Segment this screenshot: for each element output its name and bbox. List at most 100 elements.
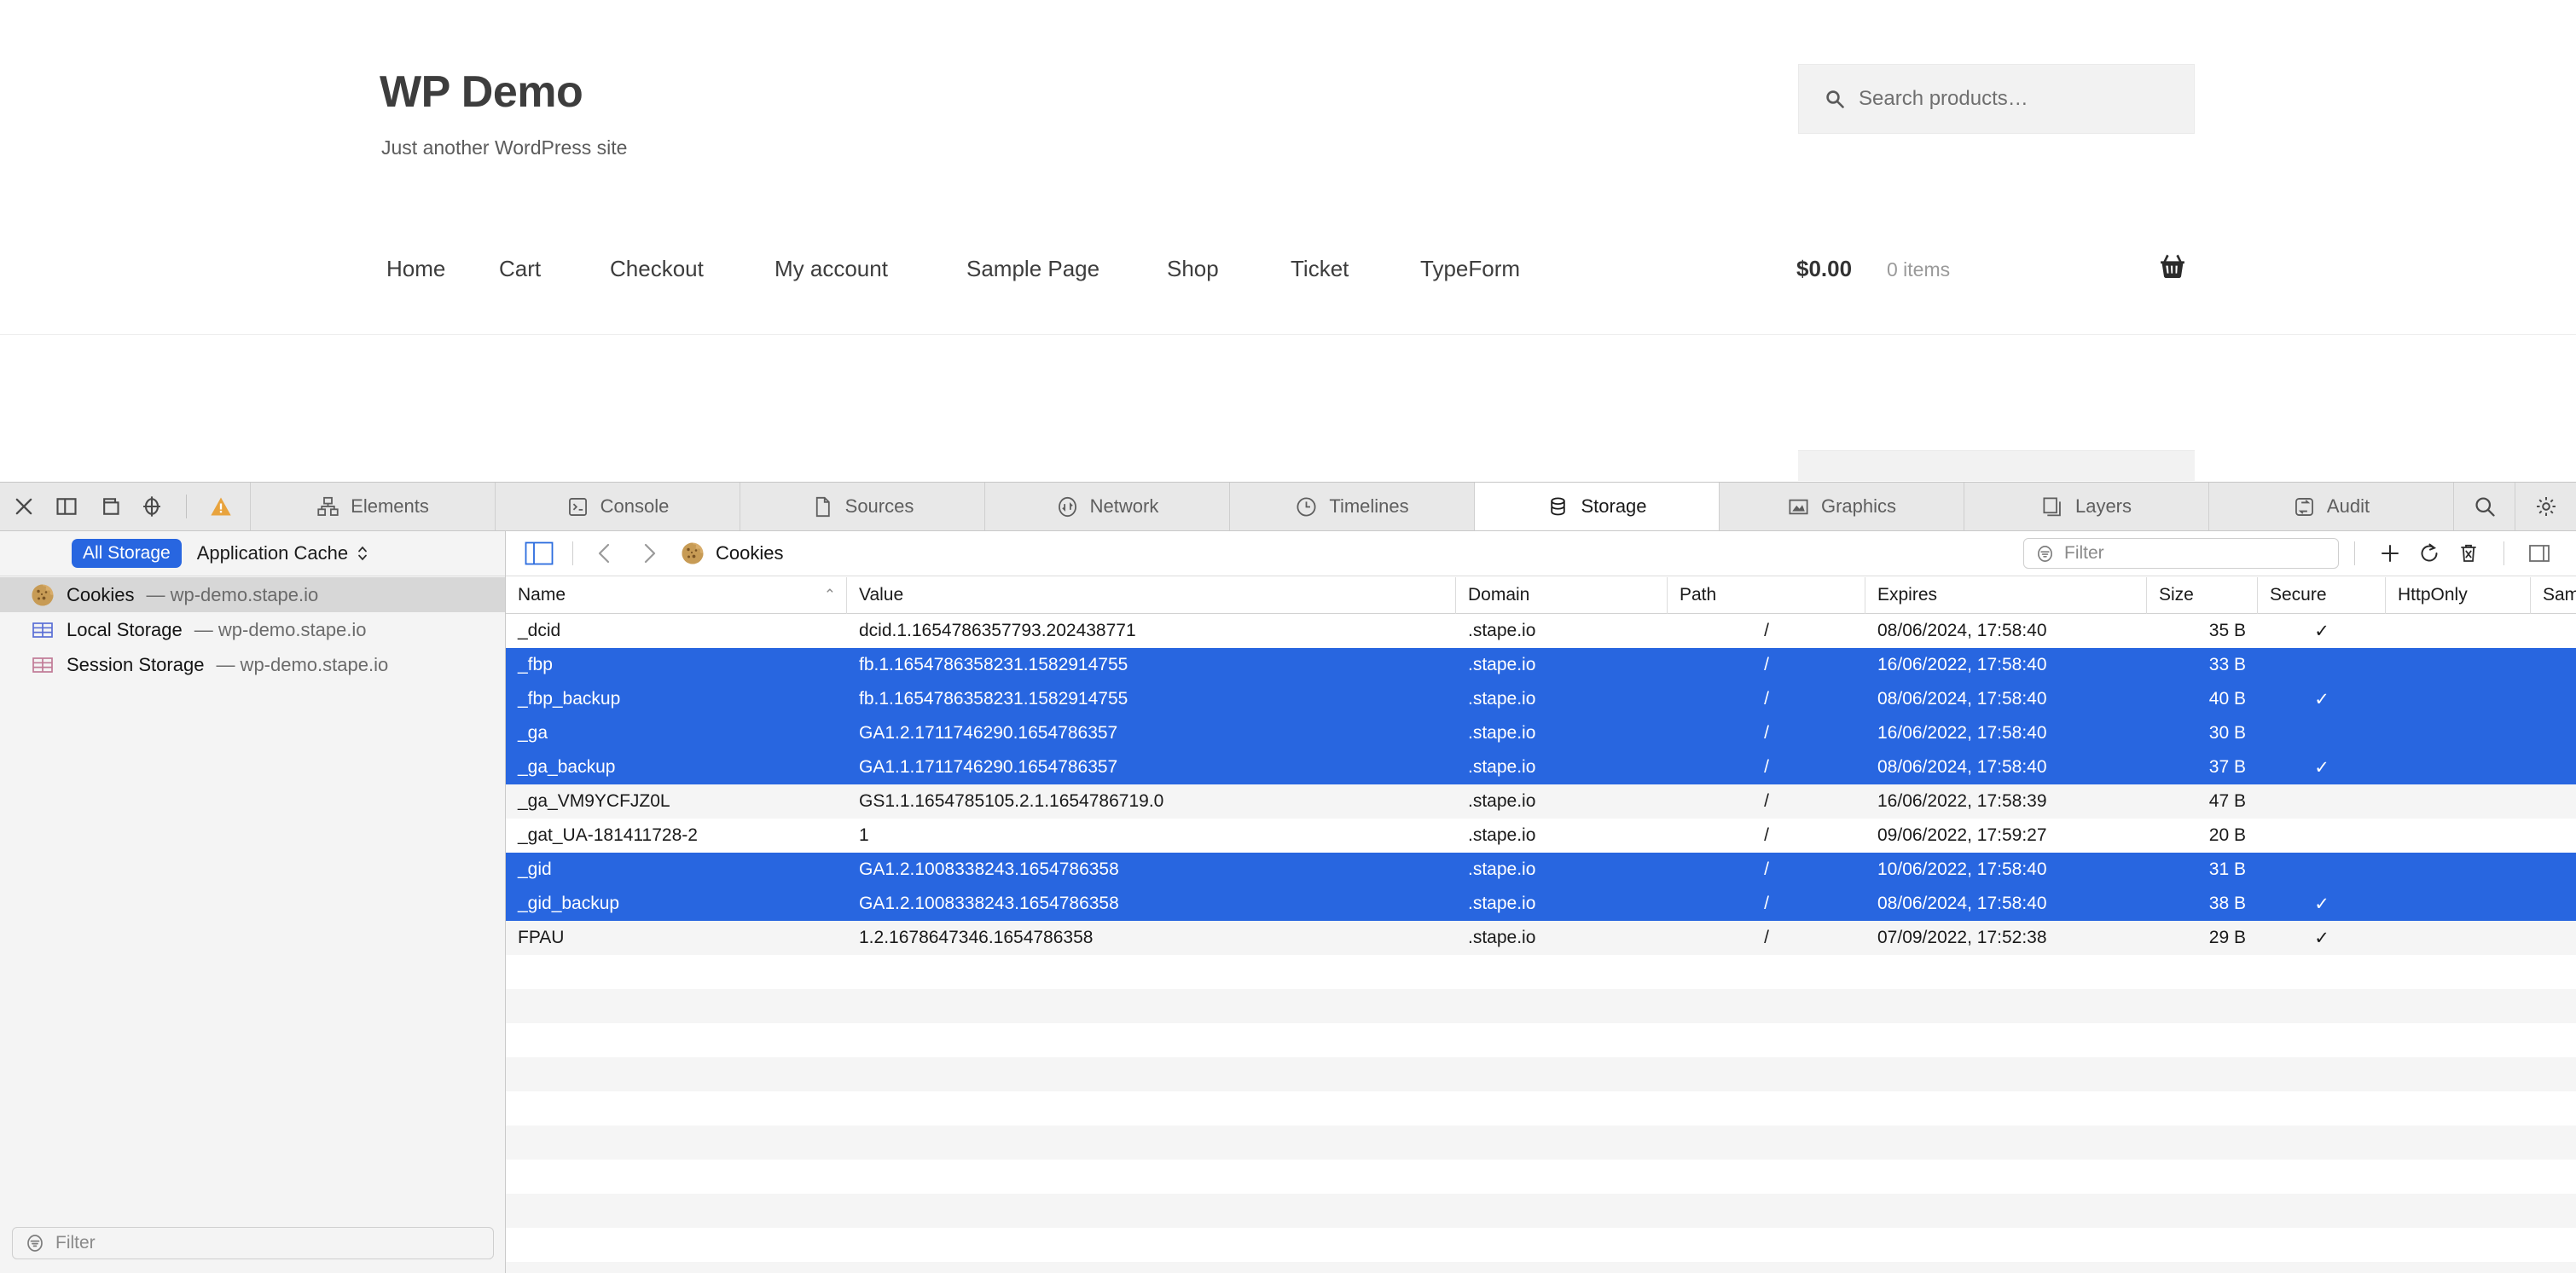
tab-sources[interactable]: Sources: [740, 483, 984, 530]
inspector-tabbar: Elements Console Sources Network Timelines St…: [0, 483, 2576, 531]
cell-expires: 16/06/2022, 17:58:40: [1877, 655, 2047, 674]
table-row[interactable]: _gid_backup GA1.2.1008338243.1654786358 .s…: [506, 887, 2576, 921]
cell-samesite: —: [2531, 716, 2576, 750]
column-header-size[interactable]: Size: [2147, 577, 2258, 614]
tab-network[interactable]: Network: [984, 483, 1229, 530]
split-pane-icon[interactable]: [525, 541, 554, 566]
cell-size: 30 B: [2208, 723, 2246, 743]
cell-domain: .stape.io: [1468, 621, 1536, 640]
column-header-secure[interactable]: Secure: [2258, 577, 2386, 614]
cell-secure: [2258, 853, 2386, 887]
cell-size: 20 B: [2208, 825, 2246, 845]
table-row[interactable]: FPAU 1.2.1678647346.1654786358 .stape.io / 0…: [506, 921, 2576, 955]
tab-storage[interactable]: Storage: [1474, 483, 1719, 530]
storage-scope-bar: All Storage Application Cache: [0, 531, 505, 576]
tab-elements[interactable]: Elements: [250, 483, 495, 530]
cell-expires: 10/06/2022, 17:58:40: [1877, 859, 2047, 879]
cell-size: 33 B: [2208, 655, 2246, 674]
cell-expires: 08/06/2024, 17:58:40: [1877, 621, 2047, 640]
cell-name: _fbp_backup: [518, 689, 621, 709]
table-row[interactable]: _ga_VM9YCFJZ0L GS1.1.1654785105.2.1.16547…: [506, 784, 2576, 819]
tab-timelines[interactable]: Timelines: [1229, 483, 1474, 530]
breadcrumb[interactable]: Cookies: [681, 541, 783, 565]
cell-value: fb.1.1654786358231.1582914755: [859, 689, 1128, 709]
cookie-filter-input[interactable]: [2064, 543, 2312, 564]
cell-value: GS1.1.1654785105.2.1.1654786719.0: [859, 791, 1164, 811]
elements-icon: [316, 495, 339, 518]
nav-item-checkout[interactable]: Checkout: [610, 256, 704, 282]
column-header-httponly[interactable]: HttpOnly: [2386, 577, 2531, 614]
cell-expires: 08/06/2024, 17:58:40: [1877, 894, 2047, 913]
column-header-label: Path: [1680, 585, 1717, 605]
nav-item-home[interactable]: Home: [386, 256, 445, 282]
cell-expires: 08/06/2024, 17:58:40: [1877, 689, 2047, 709]
cell-httponly: [2386, 716, 2531, 750]
column-header-expires[interactable]: Expires: [1865, 577, 2147, 614]
dock-side-icon[interactable]: [55, 495, 78, 518]
table-row[interactable]: _gat_UA-181411728-2 1 .stape.io / 09/06/2022…: [506, 819, 2576, 853]
cell-secure: [2258, 784, 2386, 819]
nav-item-typeform[interactable]: TypeForm: [1420, 256, 1520, 282]
trash-icon: [2457, 541, 2480, 565]
storage-item-cookies[interactable]: Cookies — wp-demo.stape.io: [0, 577, 505, 612]
table-row[interactable]: _fbp fb.1.1654786358231.1582914755 .stape.…: [506, 648, 2576, 682]
table-row[interactable]: _fbp_backup fb.1.1654786358231.1582914755…: [506, 682, 2576, 716]
tab-console[interactable]: Console: [495, 483, 740, 530]
cell-secure: ✓: [2314, 894, 2329, 914]
inspector-search-button[interactable]: [2453, 483, 2515, 530]
cell-path: /: [1764, 894, 1769, 913]
column-header-name[interactable]: Name ⌃: [506, 577, 847, 614]
all-storage-pill[interactable]: All Storage: [72, 539, 182, 568]
column-header-value[interactable]: Value: [847, 577, 1456, 614]
sidebar-filter-input[interactable]: [55, 1233, 465, 1253]
nav-item-cart[interactable]: Cart: [499, 256, 541, 282]
cell-domain: .stape.io: [1468, 859, 1536, 879]
inspector-settings-button[interactable]: [2515, 483, 2576, 530]
chevron-right-icon[interactable]: [636, 541, 662, 566]
add-cookie-button[interactable]: [2370, 539, 2410, 568]
cookie-filter-box[interactable]: [2023, 538, 2339, 569]
nav-item-my-account[interactable]: My account: [775, 256, 888, 282]
sidebar-filter-box[interactable]: [12, 1227, 494, 1259]
inspect-element-icon[interactable]: [140, 495, 164, 518]
column-header-domain[interactable]: Domain: [1456, 577, 1668, 614]
close-icon[interactable]: [12, 495, 36, 518]
table-row[interactable]: _dcid dcid.1.1654786357793.202438771 .stap…: [506, 614, 2576, 648]
warning-icon[interactable]: [209, 495, 233, 518]
gear-icon: [2534, 495, 2558, 518]
table-row[interactable]: _ga GA1.2.1711746290.1654786357 .stape.io /…: [506, 716, 2576, 750]
details-panel-button[interactable]: [2520, 539, 2559, 568]
application-cache-select[interactable]: Application Cache: [197, 542, 368, 564]
table-row[interactable]: _ga_backup GA1.1.1711746290.1654786357 .st…: [506, 750, 2576, 784]
cell-expires: 16/06/2022, 17:58:39: [1877, 791, 2047, 811]
storage-item-local-storage[interactable]: Local Storage — wp-demo.stape.io: [0, 612, 505, 647]
column-header-samesite[interactable]: SameSite: [2531, 577, 2576, 614]
cookies-table: Name ⌃ Value Domain Path Expires Size Secure Htt…: [506, 577, 2576, 1273]
cell-httponly: [2386, 784, 2531, 819]
nav-item-ticket[interactable]: Ticket: [1291, 256, 1349, 282]
chevron-left-icon[interactable]: [592, 541, 618, 566]
tab-audit[interactable]: Audit: [2208, 483, 2453, 530]
nav-item-shop[interactable]: Shop: [1167, 256, 1219, 282]
cell-path: /: [1764, 689, 1769, 709]
clear-cookies-button[interactable]: [2449, 539, 2488, 568]
product-search-box[interactable]: [1798, 64, 2195, 134]
cart-total: $0.00: [1796, 256, 1853, 281]
table-row[interactable]: _gid GA1.2.1008338243.1654786358 .stape.io…: [506, 853, 2576, 887]
tab-graphics[interactable]: Graphics: [1719, 483, 1964, 530]
table-filler-row: [506, 1228, 2576, 1262]
table-filler-row: [506, 1023, 2576, 1057]
search-input[interactable]: [1859, 87, 2149, 111]
tab-layers[interactable]: Layers: [1964, 483, 2208, 530]
dock-bottom-icon[interactable]: [97, 495, 121, 518]
storage-item-origin: — wp-demo.stape.io: [194, 618, 367, 640]
cell-expires: 16/06/2022, 17:58:40: [1877, 723, 2047, 743]
refresh-button[interactable]: [2410, 539, 2449, 568]
cell-path: /: [1764, 621, 1769, 640]
column-header-path[interactable]: Path: [1668, 577, 1865, 614]
storage-item-origin: — wp-demo.stape.io: [146, 583, 319, 605]
storage-item-session-storage[interactable]: Session Storage — wp-demo.stape.io: [0, 647, 505, 682]
cell-domain: .stape.io: [1468, 894, 1536, 913]
shopping-basket-icon[interactable]: [2158, 252, 2187, 281]
nav-item-sample-page[interactable]: Sample Page: [966, 256, 1099, 282]
